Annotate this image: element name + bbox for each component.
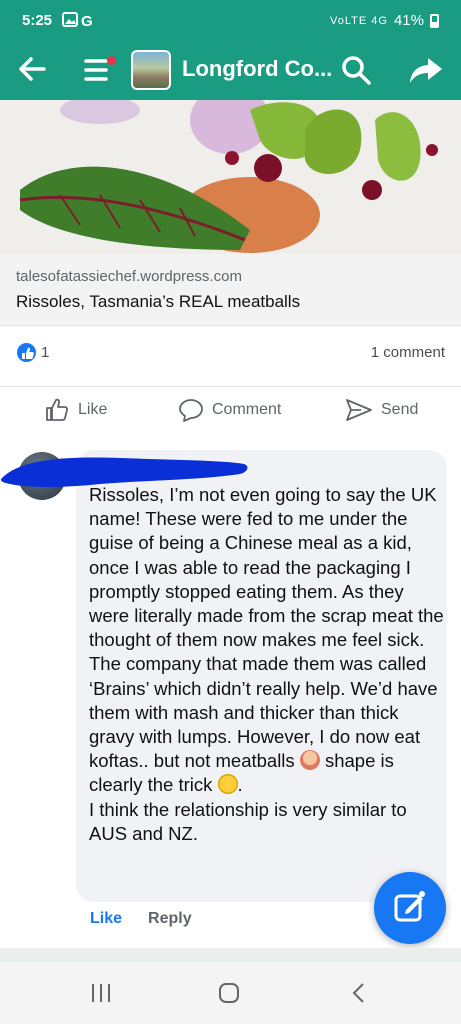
system-back-button[interactable] xyxy=(344,980,374,1006)
compose-post-button[interactable] xyxy=(374,872,446,944)
home-button[interactable] xyxy=(214,980,244,1006)
system-nav-bar xyxy=(0,962,461,1024)
share-button[interactable] xyxy=(406,52,446,88)
comment-like-button[interactable]: Like xyxy=(90,910,122,928)
battery-percent: 41% xyxy=(393,12,424,29)
woman-shrugging-emoji-icon xyxy=(299,750,320,771)
back-arrow-icon xyxy=(19,57,46,81)
group-title[interactable]: Longford Co... xyxy=(182,56,332,82)
gallery-icon: G xyxy=(62,12,98,31)
link-preview-box[interactable]: talesofatassiechef.wordpress.com Rissole… xyxy=(0,254,461,326)
notification-dot xyxy=(107,56,116,65)
search-button[interactable] xyxy=(338,52,374,88)
recent-apps-icon xyxy=(92,984,110,1002)
home-icon xyxy=(219,983,239,1003)
reaction-summary: 1 1 comment xyxy=(0,336,461,370)
signal-icon: VoLTE 4G xyxy=(330,14,388,27)
group-avatar[interactable] xyxy=(131,50,171,90)
content-divider xyxy=(0,948,461,962)
comment-bubble-icon xyxy=(179,399,203,422)
search-icon xyxy=(342,56,371,85)
like-count[interactable]: 1 xyxy=(41,344,49,361)
comment-text: Rissoles, I’m not even going to say the … xyxy=(89,483,444,846)
thumbs-up-icon xyxy=(46,398,69,421)
comment-count[interactable]: 1 comment xyxy=(371,344,445,361)
like-label: Like xyxy=(78,401,108,418)
back-button[interactable] xyxy=(14,51,50,87)
comment-actions: Like Reply xyxy=(90,910,192,928)
comment-reply-button[interactable]: Reply xyxy=(148,910,192,928)
comment-label: Comment xyxy=(212,401,282,418)
status-time: 5:25 xyxy=(22,12,53,29)
chevron-left-icon xyxy=(352,983,364,1003)
svg-text:G: G xyxy=(81,13,93,28)
link-domain: talesofatassiechef.wordpress.com xyxy=(16,268,242,285)
send-arrow-icon xyxy=(346,399,372,421)
laughing-emoji-icon xyxy=(217,774,238,795)
compose-icon xyxy=(394,891,425,922)
link-preview-image[interactable] xyxy=(0,100,461,254)
status-indicators: VoLTE 4G 41% xyxy=(330,12,439,29)
battery-icon xyxy=(430,13,439,28)
recent-apps-button[interactable] xyxy=(86,980,116,1006)
send-label: Send xyxy=(381,401,419,418)
comment-text-part-1: Rissoles, I’m not even going to say the … xyxy=(89,484,449,772)
like-button[interactable]: Like xyxy=(44,387,107,433)
status-bar: 5:25 G VoLTE 4G 41% xyxy=(0,0,461,42)
send-button[interactable]: Send xyxy=(345,387,418,433)
app-bar: Longford Co... xyxy=(0,42,461,100)
post-action-bar: Like Comment Send xyxy=(0,386,461,432)
share-arrow-icon xyxy=(410,58,442,83)
like-reaction-icon[interactable] xyxy=(16,342,37,363)
link-title[interactable]: Rissoles, Tasmania’s REAL meatballs xyxy=(16,292,300,312)
menu-button[interactable] xyxy=(82,52,118,88)
food-photo xyxy=(0,100,461,254)
comment-button[interactable]: Comment xyxy=(178,387,281,433)
